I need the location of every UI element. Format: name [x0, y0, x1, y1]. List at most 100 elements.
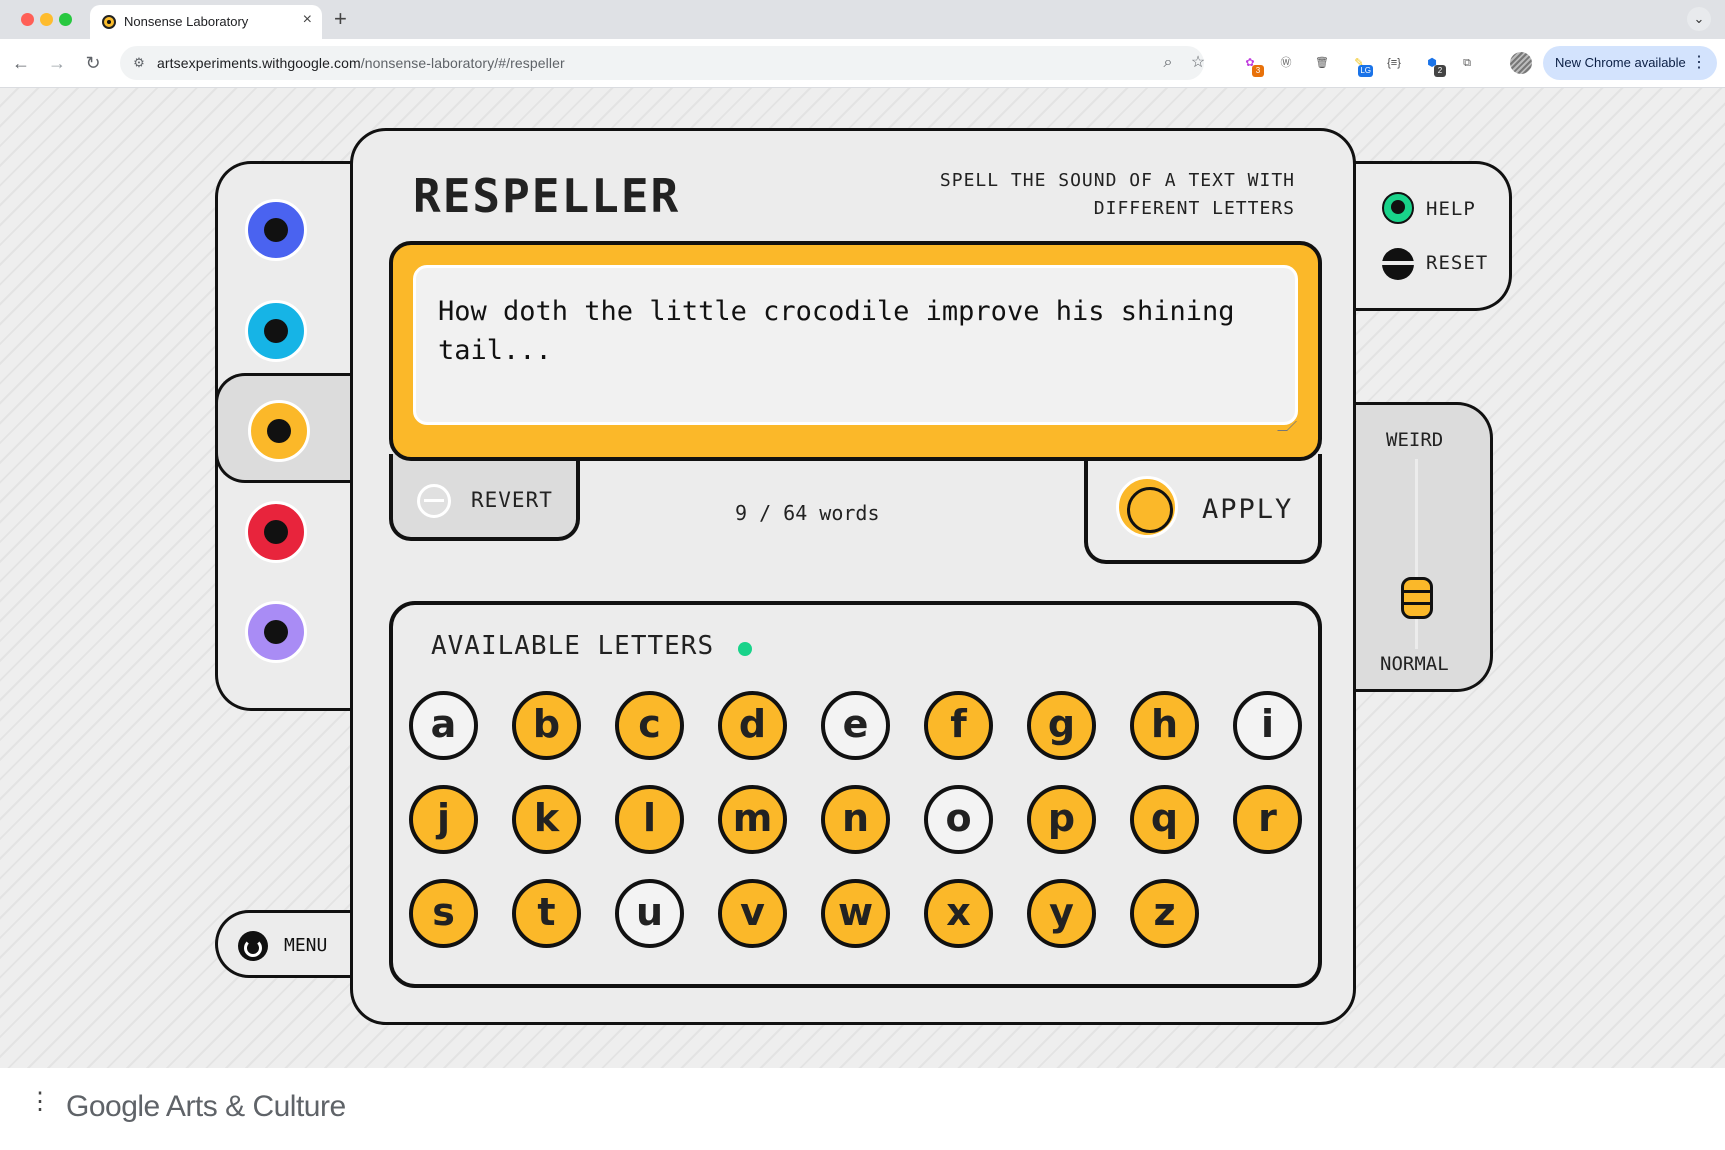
address-bar[interactable]: ⚙ artsexperiments.withgoogle.com/nonsens…: [120, 46, 1205, 80]
experiment-red-icon: [245, 500, 307, 563]
menu-label: MENU: [284, 935, 328, 956]
revert-button[interactable]: REVERT: [389, 454, 580, 541]
ext-trash-glyph: 🗑: [1315, 57, 1329, 69]
weirdness-slider-handle[interactable]: [1401, 577, 1433, 620]
ext-trash-icon[interactable]: 🗑: [1312, 53, 1332, 73]
browser-tab[interactable]: Nonsense Laboratory ×: [90, 5, 322, 39]
google-arts-culture-logo[interactable]: Google Arts & Culture: [66, 1090, 346, 1124]
letter-l-button[interactable]: l: [615, 785, 684, 854]
browser-tab-bar: Nonsense Laboratory × + ⌄: [0, 0, 1725, 39]
slider-bottom-label: NORMAL: [1380, 653, 1449, 675]
experiment-cyan-icon: [245, 299, 307, 362]
help-reset-panel: HELP RESET: [1350, 161, 1512, 311]
reset-icon[interactable]: [1382, 248, 1414, 280]
letter-n-button[interactable]: n: [821, 785, 890, 854]
letter-i-button[interactable]: i: [1233, 691, 1302, 760]
page-subtitle: SPELL THE SOUND OF A TEXT WITH DIFFERENT…: [939, 170, 1295, 219]
ext-wordpress-icon[interactable]: Ⓦ: [1276, 53, 1296, 73]
letter-b-button[interactable]: b: [512, 691, 581, 760]
logo-google-text: Google: [66, 1090, 160, 1123]
minimize-window-button[interactable]: [40, 13, 53, 26]
bookmark-star-icon[interactable]: ☆: [1188, 53, 1208, 73]
menu-button[interactable]: MENU: [215, 910, 355, 978]
browser-menu-icon[interactable]: ⋮: [1691, 52, 1707, 72]
letter-x-button[interactable]: x: [924, 879, 993, 948]
url-path: /nonsense-laboratory/#/respeller: [360, 55, 565, 71]
letter-p-button[interactable]: p: [1027, 785, 1096, 854]
power-icon: [238, 931, 268, 961]
letter-t-button[interactable]: t: [512, 879, 581, 948]
url-host: artsexperiments.withgoogle.com: [157, 55, 361, 71]
letter-r-button[interactable]: r: [1233, 785, 1302, 854]
letter-v-button[interactable]: v: [718, 879, 787, 948]
reload-button[interactable]: ↻: [80, 50, 106, 76]
url-text[interactable]: artsexperiments.withgoogle.com/nonsense-…: [157, 55, 565, 71]
experiment-red-button[interactable]: [218, 477, 358, 587]
ext-braces-icon[interactable]: {≡}: [1384, 53, 1404, 73]
apply-icon: [1116, 476, 1178, 538]
letters-title: AVAILABLE LETTERS: [431, 631, 715, 661]
help-icon[interactable]: [1382, 192, 1414, 224]
text-input[interactable]: How doth the little crocodile improve hi…: [413, 265, 1298, 425]
experiment-yellow-button[interactable]: [215, 373, 358, 483]
tab-search-button[interactable]: ⌄: [1687, 7, 1711, 31]
profile-avatar[interactable]: [1510, 52, 1532, 74]
ext-lg-icon[interactable]: ✎ LG: [1349, 53, 1373, 77]
zoom-window-button[interactable]: [59, 13, 72, 26]
slider-top-label: WEIRD: [1386, 429, 1444, 451]
weirdness-slider-panel: WEIRD NORMAL: [1350, 402, 1493, 692]
apply-button[interactable]: APPLY: [1084, 454, 1322, 564]
ext-braces-glyph: {≡}: [1387, 57, 1401, 69]
ext-blue-2-badge: 2: [1434, 65, 1446, 77]
new-chrome-available-button[interactable]: New Chrome available ⋮: [1543, 46, 1717, 80]
experiment-yellow-icon: [248, 400, 310, 462]
weirdness-slider-track[interactable]: [1415, 459, 1418, 649]
more-options-icon[interactable]: ⋮: [28, 1090, 52, 1114]
letter-c-button[interactable]: c: [615, 691, 684, 760]
site-info-icon[interactable]: ⚙: [130, 54, 148, 72]
letter-o-button[interactable]: o: [924, 785, 993, 854]
logo-arts-culture-text: Arts & Culture: [159, 1090, 346, 1123]
new-tab-button[interactable]: +: [334, 6, 347, 32]
experiment-cyan-button[interactable]: [218, 276, 358, 386]
help-button[interactable]: HELP: [1426, 198, 1476, 220]
letter-q-button[interactable]: q: [1130, 785, 1199, 854]
word-count: 9 / 64 words: [735, 501, 880, 525]
apply-label: APPLY: [1202, 494, 1294, 525]
ext-puzzle-glyph: ⧉: [1463, 57, 1471, 69]
ext-puzzle-3-badge: 3: [1252, 65, 1264, 77]
tab-close-icon[interactable]: ×: [303, 11, 312, 29]
ext-puzzle-3-icon[interactable]: ✿ 3: [1240, 53, 1264, 77]
letter-y-button[interactable]: y: [1027, 879, 1096, 948]
ext-puzzle-icon[interactable]: ⧉: [1457, 53, 1477, 73]
letter-e-button[interactable]: e: [821, 691, 890, 760]
zoom-icon[interactable]: ⌕: [1158, 53, 1178, 73]
letter-w-button[interactable]: w: [821, 879, 890, 948]
ext-lg-badge: LG: [1358, 65, 1373, 77]
page-canvas: MENU HELP RESET WEIRD NORMAL RESPELLER S…: [0, 88, 1725, 1068]
letter-d-button[interactable]: d: [718, 691, 787, 760]
experiment-selector: [215, 161, 358, 711]
close-window-button[interactable]: [21, 13, 34, 26]
letter-u-button[interactable]: u: [615, 879, 684, 948]
reset-button[interactable]: RESET: [1426, 252, 1488, 274]
letter-f-button[interactable]: f: [924, 691, 993, 760]
letter-s-button[interactable]: s: [409, 879, 478, 948]
letter-h-button[interactable]: h: [1130, 691, 1199, 760]
update-label: New Chrome available: [1555, 55, 1686, 70]
ext-blue-2-icon[interactable]: ⬢ 2: [1422, 53, 1446, 77]
letter-j-button[interactable]: j: [409, 785, 478, 854]
letter-g-button[interactable]: g: [1027, 691, 1096, 760]
back-button[interactable]: ←: [8, 50, 34, 76]
experiment-blue-button[interactable]: [218, 175, 358, 285]
forward-button[interactable]: →: [44, 50, 70, 76]
page-title: RESPELLER: [413, 169, 681, 223]
letter-a-button[interactable]: a: [409, 691, 478, 760]
letter-m-button[interactable]: m: [718, 785, 787, 854]
letter-z-button[interactable]: z: [1130, 879, 1199, 948]
status-dot-icon: [738, 642, 752, 656]
experiment-purple-icon: [245, 601, 307, 663]
letter-k-button[interactable]: k: [512, 785, 581, 854]
experiment-purple-button[interactable]: [218, 577, 358, 687]
available-letters-panel: AVAILABLE LETTERS abcdefghi jklmnopqr stuv…: [389, 601, 1322, 988]
